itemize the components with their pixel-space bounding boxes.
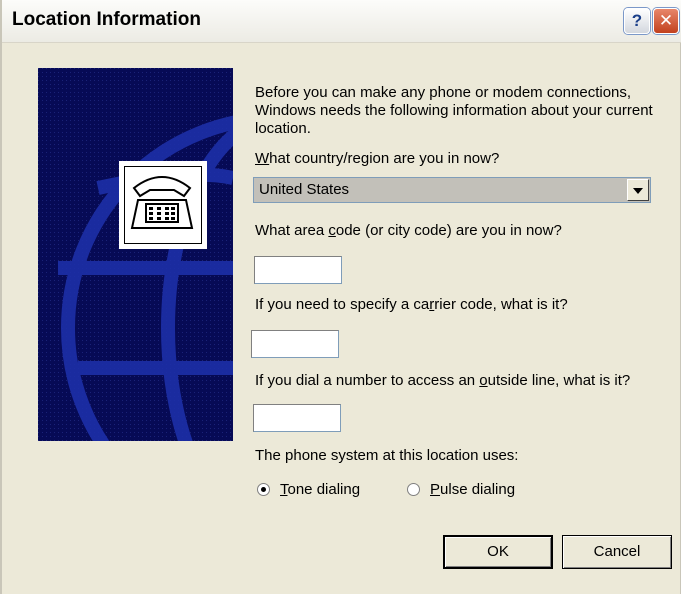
globe-graphic <box>38 68 233 441</box>
telephone-icon <box>124 166 202 244</box>
carrier-code-input[interactable] <box>251 330 339 358</box>
ok-button[interactable]: OK <box>443 535 553 569</box>
location-information-dialog: Location Information ? ✕ Before you can … <box>0 0 681 594</box>
pulse-dialing-label: Pulse dialing <box>430 481 516 498</box>
side-graphic <box>38 68 233 441</box>
tone-dialing-label: Tone dialing <box>280 481 361 498</box>
help-button[interactable]: ? <box>624 8 650 34</box>
country-dropdown-button[interactable] <box>627 179 649 201</box>
window-title: Location Information <box>12 9 201 30</box>
chevron-down-icon <box>633 188 643 194</box>
tone-dialing-radio[interactable] <box>257 483 270 496</box>
country-selected-value: United States <box>259 181 350 198</box>
area-code-input[interactable] <box>254 256 342 284</box>
phone-system-label: The phone system at this location uses: <box>255 447 519 464</box>
intro-text: Before you can make any phone or modem c… <box>255 84 653 137</box>
pulse-dialing-radio[interactable] <box>407 483 420 496</box>
outside-line-input[interactable] <box>253 404 341 432</box>
country-label: What country/region are you in now? <box>255 150 500 167</box>
title-bar: Location Information ? ✕ <box>2 0 681 43</box>
carrier-code-label: If you need to specify a carrier code, w… <box>255 296 568 313</box>
country-select[interactable]: United States <box>253 177 651 203</box>
close-button[interactable]: ✕ <box>653 8 679 34</box>
telephone-icon-frame <box>119 161 207 249</box>
cancel-button[interactable]: Cancel <box>562 535 672 569</box>
outside-line-label: If you dial a number to access an outsid… <box>255 372 631 389</box>
area-code-label: What area code (or city code) are you in… <box>255 222 562 239</box>
